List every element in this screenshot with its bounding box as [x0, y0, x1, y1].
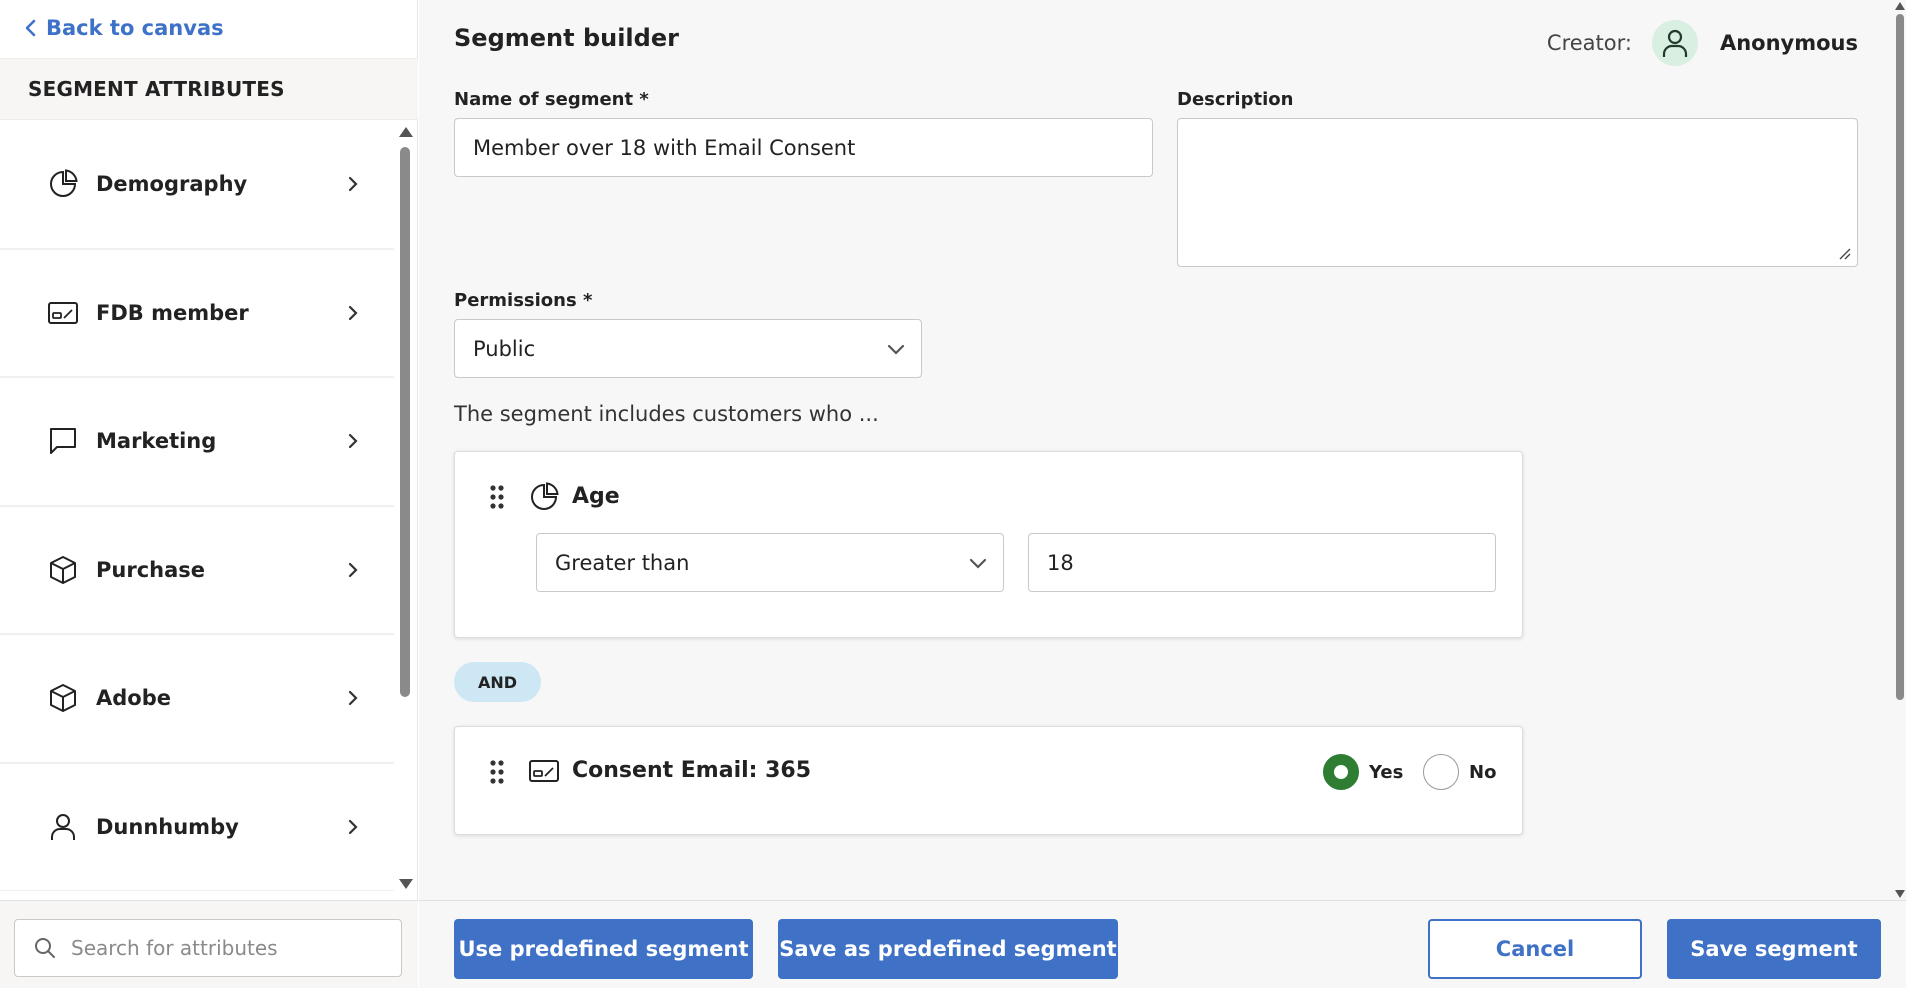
radio-unselected-indicator[interactable]: [1423, 754, 1459, 790]
scroll-down-arrow-icon[interactable]: [1895, 890, 1905, 898]
condition-card-consent-email: Consent Email: 365 Yes No: [454, 726, 1523, 835]
scroll-up-arrow-icon[interactable]: [399, 127, 413, 137]
scrollbar-thumb[interactable]: [1896, 14, 1904, 700]
sidebar-scrollbar[interactable]: [396, 121, 414, 891]
save-as-predefined-segment-button[interactable]: Save as predefined segment: [778, 919, 1118, 979]
person-icon: [1662, 29, 1688, 57]
drag-handle-icon[interactable]: [489, 484, 505, 510]
chevron-right-icon: [348, 819, 358, 834]
chevron-right-icon: [348, 562, 358, 577]
search-icon: [35, 938, 55, 958]
logic-operator-pill[interactable]: AND: [454, 662, 541, 702]
attribute-item-demography[interactable]: Demography: [0, 121, 394, 250]
pie-chart-icon: [531, 482, 559, 510]
chevron-right-icon: [348, 691, 358, 706]
resize-handle-icon[interactable]: [1837, 246, 1851, 260]
creator-name: Anonymous: [1719, 31, 1858, 55]
creator-label: Creator:: [1546, 31, 1632, 55]
back-to-canvas-link[interactable]: Back to canvas: [24, 12, 224, 44]
condition-title: Consent Email: 365: [572, 758, 812, 783]
attribute-item-label: Adobe: [96, 686, 171, 711]
chevron-right-icon: [348, 305, 358, 320]
attribute-item-purchase[interactable]: Purchase: [0, 507, 394, 635]
segment-name-input[interactable]: Member over 18 with Email Consent: [454, 118, 1153, 177]
age-value-input[interactable]: 18: [1028, 533, 1496, 592]
attribute-search-box[interactable]: [14, 919, 402, 977]
permissions-label: Permissions *: [454, 290, 593, 311]
box-icon: [46, 681, 80, 715]
cancel-button[interactable]: Cancel: [1428, 919, 1642, 979]
attribute-item-fdb-member[interactable]: FDB member: [0, 250, 394, 378]
save-segment-button[interactable]: Save segment: [1667, 919, 1881, 979]
consent-no-radio[interactable]: No: [1423, 754, 1496, 790]
creator-info: Creator: Anonymous: [1547, 20, 1858, 66]
page-title: Segment builder: [454, 24, 679, 52]
description-label: Description: [1177, 89, 1294, 110]
back-link-label: Back to canvas: [46, 16, 224, 40]
avatar: [1651, 20, 1698, 66]
chevron-right-icon: [348, 177, 358, 192]
consent-yes-radio[interactable]: Yes: [1323, 754, 1403, 790]
radio-label: No: [1469, 761, 1497, 783]
permissions-select[interactable]: Public: [454, 319, 922, 378]
attribute-item-dunnhumby[interactable]: Dunnhumby: [0, 764, 394, 891]
box-icon: [46, 553, 80, 587]
radio-selected-indicator[interactable]: [1323, 754, 1359, 790]
scrollbar-thumb[interactable]: [400, 147, 410, 697]
segment-builder-panel: Segment builder Creator: Anonymous Name …: [419, 0, 1906, 900]
condition-card-age: Age Greater than 18: [454, 451, 1523, 638]
chevron-down-icon: [969, 558, 987, 569]
person-icon: [46, 810, 80, 844]
action-footer: Use predefined segment Save as predefine…: [419, 900, 1906, 988]
attributes-sidebar: Back to canvas SEGMENT ATTRIBUTES Demogr…: [0, 0, 418, 988]
attribute-search-input[interactable]: [71, 936, 371, 960]
chat-bubble-icon: [46, 424, 80, 458]
member-card-icon: [529, 760, 559, 782]
drag-handle-icon[interactable]: [489, 759, 505, 785]
condition-title: Age: [572, 484, 620, 509]
segment-name-label: Name of segment *: [454, 89, 649, 110]
main-scrollbar[interactable]: [1894, 0, 1906, 900]
operator-select[interactable]: Greater than: [536, 533, 1004, 592]
sidebar-header: SEGMENT ATTRIBUTES: [0, 58, 418, 120]
attribute-item-label: Dunnhumby: [96, 814, 239, 839]
chevron-left-icon: [25, 19, 36, 37]
chevron-right-icon: [348, 434, 358, 449]
scroll-up-arrow-icon[interactable]: [1895, 2, 1905, 10]
attribute-search-area: [0, 900, 418, 988]
radio-label: Yes: [1369, 761, 1404, 783]
attribute-item-label: Marketing: [96, 429, 217, 454]
attribute-item-label: FDB member: [96, 300, 249, 325]
use-predefined-segment-button[interactable]: Use predefined segment: [454, 919, 753, 979]
attribute-item-label: Purchase: [96, 557, 206, 582]
scroll-down-arrow-icon[interactable]: [399, 879, 413, 889]
attribute-item-adobe[interactable]: Adobe: [0, 635, 394, 764]
permissions-value: Public: [473, 336, 536, 361]
segment-includes-text: The segment includes customers who ...: [454, 402, 879, 426]
operator-value: Greater than: [555, 550, 690, 575]
chevron-down-icon: [887, 344, 905, 355]
attribute-item-marketing[interactable]: Marketing: [0, 378, 394, 507]
pie-chart-icon: [46, 167, 80, 201]
attribute-item-label: Demography: [96, 172, 248, 197]
attribute-list: Demography FDB member Marketing Purchase: [0, 121, 394, 891]
description-textarea[interactable]: [1177, 118, 1858, 267]
member-card-icon: [46, 296, 80, 330]
